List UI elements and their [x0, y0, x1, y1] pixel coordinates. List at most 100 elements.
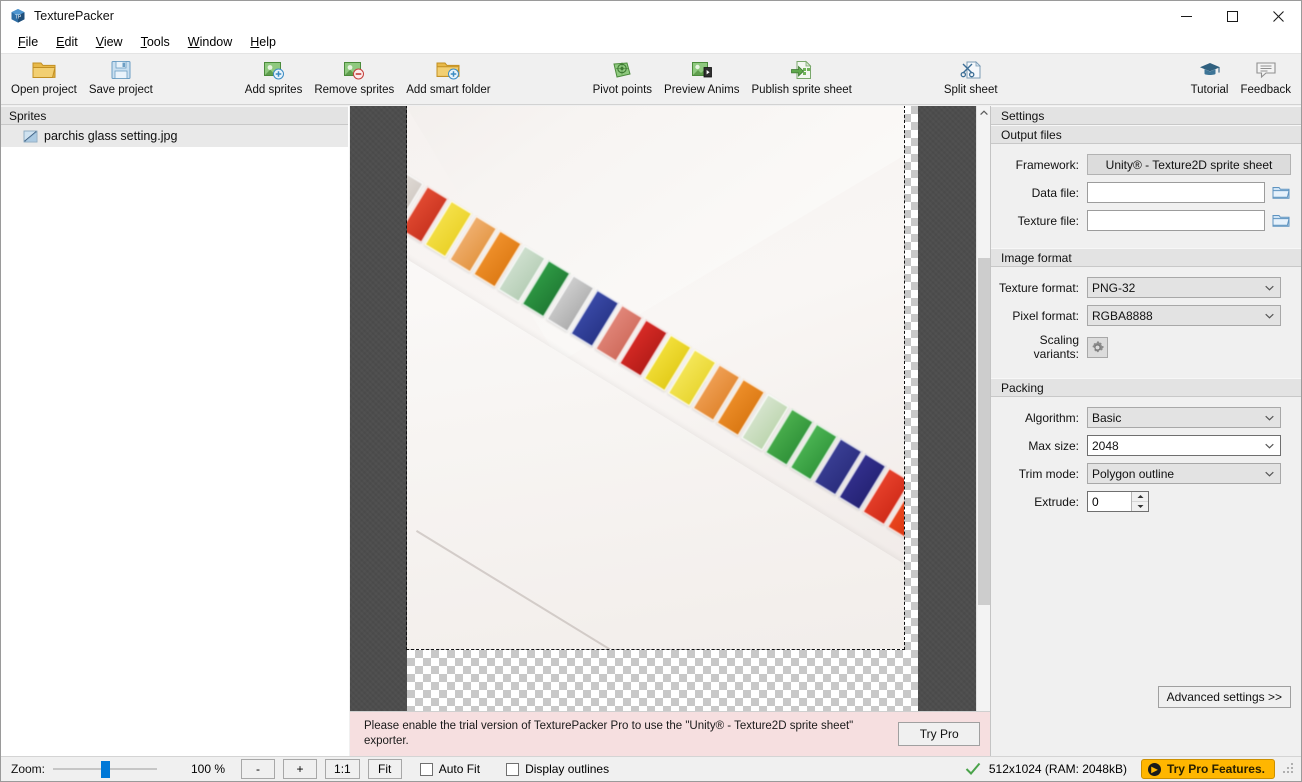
chevron-down-icon [1265, 285, 1274, 291]
section-output-files-body: Framework: Unity® - Texture2D sprite she… [991, 144, 1301, 248]
add-folder-icon [435, 57, 461, 83]
tutorial-button[interactable]: Tutorial [1185, 54, 1235, 96]
auto-fit-checkbox[interactable]: Auto Fit [419, 762, 480, 776]
menu-edit[interactable]: Edit [47, 32, 87, 52]
image-file-icon [23, 129, 38, 144]
extrude-stepper-arrows[interactable] [1131, 492, 1148, 511]
advanced-settings-button[interactable]: Advanced settings >> [1157, 686, 1291, 708]
texturepacker-logo-icon: TP [10, 8, 26, 24]
graduation-cap-icon [1198, 57, 1222, 83]
zoom-label: Zoom: [11, 762, 46, 776]
field-pixel-format: Pixel format: RGBA8888 [991, 305, 1291, 326]
chevron-down-icon [1265, 443, 1274, 449]
scaling-variants-gear-button[interactable] [1087, 336, 1108, 358]
display-outlines-checkbox[interactable]: Display outlines [506, 762, 609, 776]
close-button[interactable] [1255, 1, 1301, 31]
framework-value-button[interactable]: Unity® - Texture2D sprite sheet [1087, 154, 1291, 175]
trial-message-bar: Please enable the trial version of Textu… [350, 711, 990, 756]
parchis-glass-photo [407, 106, 904, 649]
canvas-area[interactable] [350, 106, 990, 756]
menu-view[interactable]: View [87, 32, 132, 52]
zoom-slider[interactable] [53, 760, 158, 778]
texture-format-label: Texture format: [998, 280, 1079, 295]
scroll-thumb[interactable] [978, 258, 990, 605]
split-sheet-button[interactable]: Split sheet [938, 54, 1004, 96]
extrude-label: Extrude: [1034, 494, 1079, 509]
framework-label: Framework: [1015, 157, 1079, 172]
section-image-format-body: Texture format: PNG-32 Pixel format: RGB… [991, 267, 1301, 378]
algorithm-value: Basic [1092, 410, 1122, 425]
menu-file[interactable]: File [9, 32, 47, 52]
section-output-files-label: Output files [1001, 127, 1062, 142]
zoom-actual-button[interactable]: 1:1 [325, 759, 360, 779]
open-project-label: Open project [11, 84, 77, 96]
texture-format-select[interactable]: PNG-32 [1087, 277, 1281, 298]
zoom-out-button[interactable]: - [241, 759, 276, 779]
auto-fit-checkbox-box[interactable] [419, 762, 433, 776]
toolbar-right-group: Tutorial Feedback [1185, 54, 1301, 96]
minimize-button[interactable] [1163, 1, 1209, 31]
pivot-points-icon [610, 57, 634, 83]
add-sprite-icon [262, 57, 286, 83]
pixel-format-label: Pixel format: [1012, 308, 1079, 323]
canvas-background [350, 106, 976, 756]
add-smart-folder-button[interactable]: Add smart folder [400, 54, 496, 96]
maximize-button[interactable] [1209, 1, 1255, 31]
texturepacker-window: TP TexturePacker File Edit View Tools Wi… [0, 0, 1302, 782]
preview-anims-icon [690, 57, 714, 83]
feedback-button[interactable]: Feedback [1234, 54, 1297, 96]
list-item[interactable]: parchis glass setting.jpg [1, 125, 348, 147]
sprites-panel-title: Sprites [9, 108, 47, 123]
zoom-slider-thumb[interactable] [101, 761, 111, 778]
open-project-button[interactable]: Open project [5, 54, 83, 96]
max-size-select[interactable]: 2048 [1087, 435, 1281, 456]
field-texture-file: Texture file: [991, 210, 1291, 231]
extrude-value: 0 [1092, 494, 1099, 509]
try-pro-button[interactable]: Try Pro [898, 722, 980, 746]
resize-grip-icon[interactable] [1283, 763, 1295, 775]
sprite-file-name: parchis glass setting.jpg [44, 129, 178, 143]
status-bar: Zoom: 100 % - + 1:1 Fit Auto Fit Display… [1, 756, 1301, 781]
algorithm-select[interactable]: Basic [1087, 407, 1281, 428]
trim-mode-label: Trim mode: [1018, 466, 1079, 481]
display-outlines-checkbox-box[interactable] [506, 762, 520, 776]
texture-file-label: Texture file: [1017, 213, 1079, 228]
canvas-vertical-scrollbar[interactable] [976, 106, 990, 756]
trim-mode-select[interactable]: Polygon outline [1087, 463, 1281, 484]
remove-sprites-button[interactable]: Remove sprites [308, 54, 400, 96]
extrude-stepper[interactable]: 0 [1087, 491, 1149, 512]
svg-text:TP: TP [15, 14, 22, 20]
zoom-in-button[interactable]: + [283, 759, 318, 779]
status-bar-right: 512x1024 (RAM: 2048kB) ▶ Try Pro Feature… [965, 759, 1301, 779]
add-sprites-button[interactable]: Add sprites [239, 54, 309, 96]
pixel-format-select[interactable]: RGBA8888 [1087, 305, 1281, 326]
save-project-button[interactable]: Save project [83, 54, 159, 96]
packed-sprite-preview[interactable] [406, 106, 905, 650]
stepper-down-icon[interactable] [1132, 502, 1148, 511]
data-file-input[interactable] [1087, 182, 1265, 203]
folder-open-icon [31, 57, 57, 83]
section-image-format-header: Image format [991, 248, 1301, 267]
window-title: TexturePacker [34, 9, 114, 23]
settings-panel: Settings Output files Framework: Unity® … [990, 106, 1301, 756]
publish-sprite-sheet-button[interactable]: Publish sprite sheet [745, 54, 857, 96]
texture-file-input[interactable] [1087, 210, 1265, 231]
scroll-up-arrow-icon[interactable] [977, 106, 990, 120]
data-file-browse-button[interactable] [1271, 183, 1291, 203]
preview-anims-button[interactable]: Preview Anims [658, 54, 745, 96]
feedback-label: Feedback [1240, 84, 1291, 96]
pivot-points-button[interactable]: Pivot points [587, 54, 658, 96]
window-controls [1163, 1, 1301, 31]
stepper-up-icon[interactable] [1132, 492, 1148, 502]
menu-tools[interactable]: Tools [132, 32, 179, 52]
menu-window[interactable]: Window [179, 32, 241, 52]
menu-help[interactable]: Help [241, 32, 285, 52]
display-outlines-label: Display outlines [525, 762, 610, 776]
zoom-fit-button[interactable]: Fit [367, 759, 402, 779]
zoom-percent-value: 100 % [190, 762, 226, 776]
texture-file-browse-button[interactable] [1271, 211, 1291, 231]
field-extrude: Extrude: 0 [991, 491, 1291, 512]
green-check-icon [965, 762, 981, 776]
main-body: Sprites parchis glass setting.jpg Please… [1, 106, 1301, 756]
try-pro-features-button[interactable]: ▶ Try Pro Features. [1140, 759, 1275, 779]
